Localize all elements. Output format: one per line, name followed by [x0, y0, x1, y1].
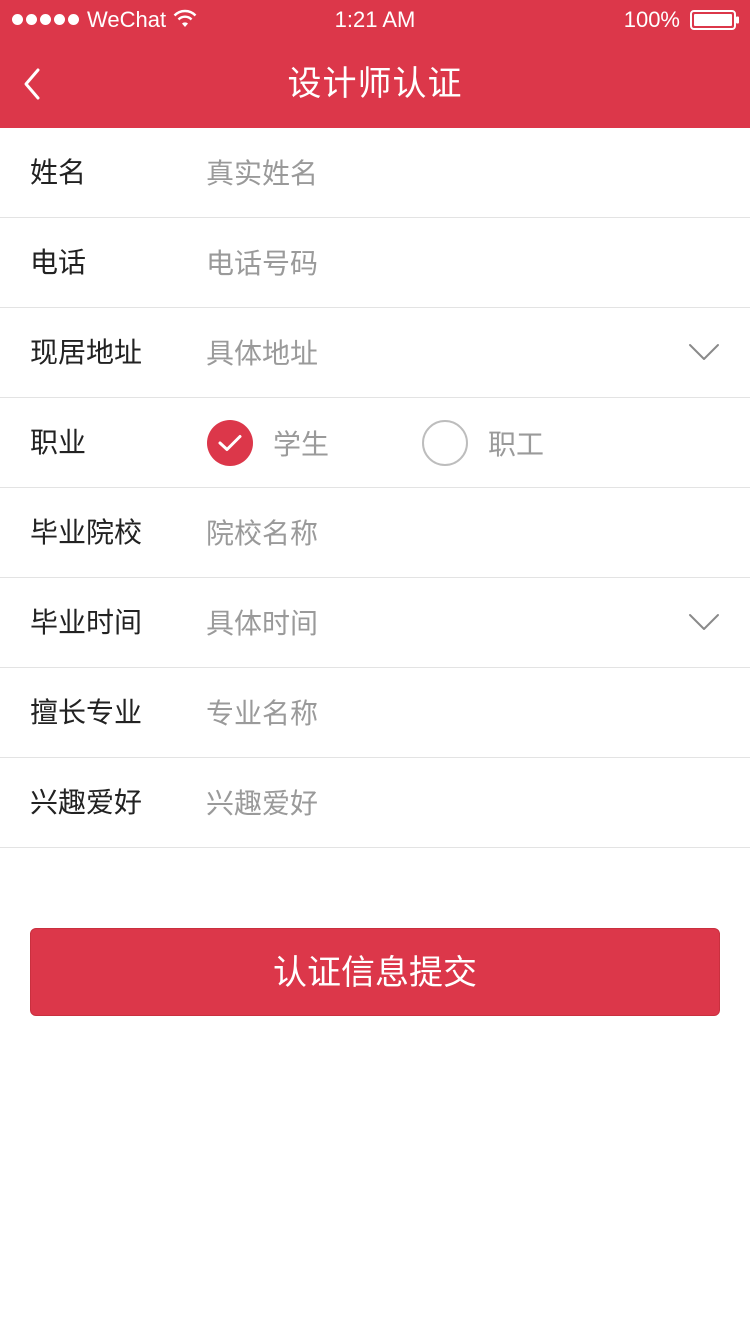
form-row-phone: 电话	[0, 218, 750, 308]
screen: WeChat 1:21 AM 100% 设计师认证 姓名 真实姓名 电话 电话号…	[0, 0, 750, 1334]
occupation-option-student: 学生	[273, 428, 330, 461]
form-row-name: 姓名	[0, 128, 750, 218]
occupation-label: 职业	[30, 425, 87, 459]
navigation-bar: 设计师认证	[0, 40, 750, 128]
address-label: 现居地址	[30, 335, 143, 369]
school-label: 毕业院校	[30, 515, 143, 549]
occupation-radio-student[interactable]: 学生	[207, 420, 329, 466]
form-row-school: 毕业院校	[0, 488, 750, 578]
hobbies-label: 兴趣爱好	[30, 785, 143, 819]
occupation-radio-employee[interactable]: 职工	[422, 420, 544, 466]
page-title: 设计师认证	[287, 64, 463, 104]
school-input[interactable]	[206, 510, 666, 556]
grad-time-select[interactable]	[206, 600, 666, 646]
form-row-occupation: 职业 学生 职工	[0, 398, 750, 488]
occupation-option-employee: 职工	[488, 428, 545, 461]
certification-form: 姓名 电话 现居地址 职业 学生	[0, 128, 750, 848]
form-row-hobbies: 兴趣爱好	[0, 758, 750, 848]
form-row-specialty: 擅长专业	[0, 668, 750, 758]
specialty-input[interactable]	[206, 690, 666, 736]
name-input[interactable]	[206, 150, 666, 196]
chevron-down-icon[interactable]	[688, 342, 720, 362]
submit-button[interactable]: 认证信息提交	[30, 928, 720, 1016]
name-label: 姓名	[30, 155, 87, 189]
radio-checked-icon	[207, 420, 253, 466]
header: WeChat 1:21 AM 100% 设计师认证	[0, 0, 750, 128]
phone-label: 电话	[30, 245, 87, 279]
battery-percentage: 100%	[623, 7, 680, 32]
radio-unchecked-icon	[422, 420, 468, 466]
hobbies-input[interactable]	[206, 780, 666, 826]
specialty-label: 擅长专业	[30, 695, 143, 729]
form-row-grad-time[interactable]: 毕业时间	[0, 578, 750, 668]
battery-icon	[690, 10, 739, 30]
checkmark-icon	[218, 435, 242, 451]
chevron-down-icon[interactable]	[688, 612, 720, 632]
status-bar: WeChat 1:21 AM 100%	[0, 0, 750, 40]
grad-time-label: 毕业时间	[30, 605, 143, 639]
address-select[interactable]	[206, 330, 666, 376]
form-row-address[interactable]: 现居地址	[0, 308, 750, 398]
phone-input[interactable]	[206, 240, 666, 286]
